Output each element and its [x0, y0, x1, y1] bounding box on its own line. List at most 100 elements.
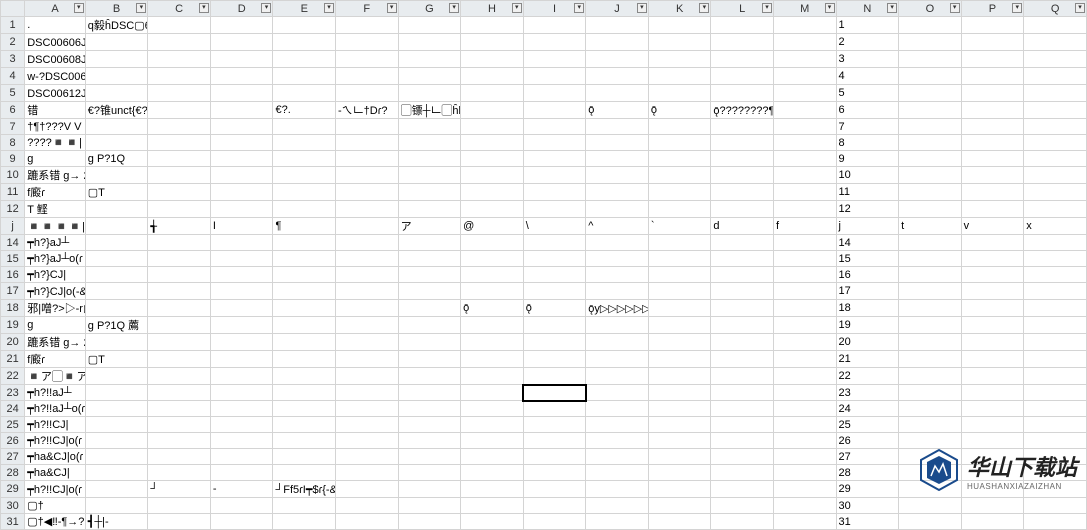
cell[interactable]	[899, 85, 962, 102]
cell[interactable]	[648, 34, 711, 51]
cell[interactable]	[398, 235, 461, 251]
cell[interactable]	[210, 102, 273, 119]
cell[interactable]	[648, 283, 711, 300]
cell[interactable]	[899, 385, 962, 401]
cell[interactable]	[773, 119, 836, 135]
cell[interactable]	[210, 300, 273, 317]
cell[interactable]	[648, 334, 711, 351]
row-header[interactable]: 10	[1, 167, 25, 184]
cell[interactable]	[711, 433, 774, 449]
cell[interactable]	[523, 449, 586, 465]
cell[interactable]	[711, 51, 774, 68]
cell[interactable]	[148, 34, 211, 51]
cell[interactable]	[586, 68, 649, 85]
cell[interactable]	[336, 465, 399, 481]
cell[interactable]	[899, 267, 962, 283]
cell[interactable]	[336, 85, 399, 102]
col-H[interactable]: H▾	[461, 1, 524, 17]
cell[interactable]: €?.	[273, 102, 336, 119]
cell[interactable]	[85, 368, 148, 385]
cell[interactable]: g	[25, 151, 86, 167]
filter-icon[interactable]: ▾	[387, 3, 397, 13]
cell[interactable]	[523, 465, 586, 481]
cell[interactable]	[773, 34, 836, 51]
cell[interactable]	[336, 385, 399, 401]
cell[interactable]	[773, 417, 836, 433]
cell[interactable]	[648, 300, 711, 317]
cell[interactable]	[773, 481, 836, 498]
cell[interactable]	[273, 151, 336, 167]
cell[interactable]	[210, 184, 273, 201]
cell[interactable]	[148, 235, 211, 251]
cell[interactable]	[461, 481, 524, 498]
cell[interactable]	[586, 317, 649, 334]
cell[interactable]	[961, 334, 1024, 351]
cell[interactable]	[523, 201, 586, 218]
cell[interactable]: g P?1Q 薦	[85, 317, 148, 334]
cell[interactable]	[336, 135, 399, 151]
cell[interactable]: I	[210, 218, 273, 235]
cell[interactable]: ┯ha&CJ|	[25, 465, 86, 481]
cell[interactable]	[85, 449, 148, 465]
cell[interactable]	[1024, 235, 1087, 251]
cell[interactable]	[336, 68, 399, 85]
cell[interactable]	[523, 351, 586, 368]
cell[interactable]	[398, 119, 461, 135]
cell[interactable]	[523, 51, 586, 68]
row-header[interactable]: 26	[1, 433, 25, 449]
cell[interactable]: j	[836, 218, 899, 235]
cell[interactable]	[961, 401, 1024, 417]
cell[interactable]	[773, 68, 836, 85]
row-header[interactable]: 31	[1, 514, 25, 530]
cell[interactable]: ▢T	[85, 184, 148, 201]
row-header[interactable]: 3	[1, 51, 25, 68]
cell[interactable]	[210, 51, 273, 68]
cell[interactable]	[85, 417, 148, 433]
cell[interactable]	[586, 201, 649, 218]
cell[interactable]: 7	[836, 119, 899, 135]
cell[interactable]	[586, 267, 649, 283]
filter-icon[interactable]: ▾	[512, 3, 522, 13]
col-P[interactable]: P▾	[961, 1, 1024, 17]
cell[interactable]	[773, 514, 836, 530]
cell[interactable]	[148, 300, 211, 317]
cell[interactable]	[711, 401, 774, 417]
cell[interactable]	[773, 351, 836, 368]
row-header[interactable]: j	[1, 218, 25, 235]
cell[interactable]	[1024, 334, 1087, 351]
col-D[interactable]: D▾	[210, 1, 273, 17]
cell[interactable]	[273, 351, 336, 368]
cell[interactable]: ^	[586, 218, 649, 235]
cell[interactable]: x	[1024, 218, 1087, 235]
cell[interactable]	[773, 102, 836, 119]
cell[interactable]	[461, 465, 524, 481]
cell[interactable]	[648, 235, 711, 251]
cell[interactable]	[523, 317, 586, 334]
cell[interactable]: -	[210, 481, 273, 498]
cell[interactable]	[586, 368, 649, 385]
cell[interactable]	[899, 433, 962, 449]
cell[interactable]	[961, 417, 1024, 433]
cell[interactable]	[336, 368, 399, 385]
cell[interactable]: †¶†???V V 6→	[25, 119, 86, 135]
row-header[interactable]: 22	[1, 368, 25, 385]
cell[interactable]	[398, 385, 461, 401]
cell[interactable]: 24	[836, 401, 899, 417]
cell[interactable]	[461, 85, 524, 102]
cell[interactable]	[523, 34, 586, 51]
cell[interactable]	[773, 300, 836, 317]
cell[interactable]	[398, 34, 461, 51]
cell[interactable]	[711, 251, 774, 267]
cell[interactable]	[586, 417, 649, 433]
cell[interactable]	[461, 385, 524, 401]
cell[interactable]: ǭ	[461, 300, 524, 317]
cell[interactable]	[586, 465, 649, 481]
cell[interactable]: 1	[836, 17, 899, 34]
cell[interactable]	[148, 433, 211, 449]
cell[interactable]	[899, 167, 962, 184]
cell[interactable]	[398, 317, 461, 334]
cell[interactable]	[336, 119, 399, 135]
cell[interactable]	[523, 119, 586, 135]
cell[interactable]	[1024, 135, 1087, 151]
cell[interactable]: 8	[836, 135, 899, 151]
